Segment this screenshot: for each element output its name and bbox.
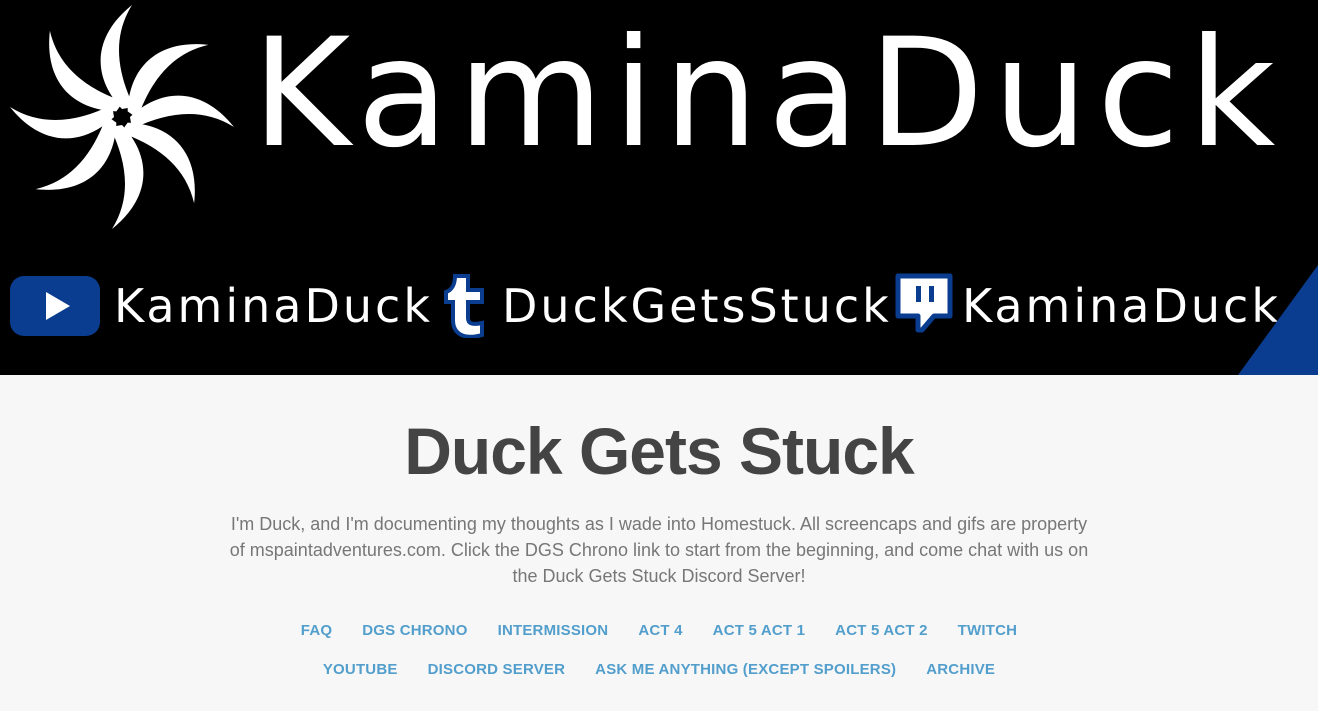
blog-navigation: FAQ DGS CHRONO INTERMISSION ACT 4 ACT 5 … [209, 611, 1109, 689]
nav-link-youtube[interactable]: YOUTUBE [323, 661, 398, 678]
twitch-label: KaminaDuck [962, 279, 1281, 333]
nav-link-dgs-chrono[interactable]: DGS CHRONO [362, 622, 467, 639]
nav-link-act-5-act-1[interactable]: ACT 5 ACT 1 [713, 622, 806, 639]
nav-link-archive[interactable]: ARCHIVE [926, 661, 995, 678]
twitch-icon [895, 273, 953, 333]
blog-description: I'm Duck, and I'm documenting my thought… [229, 514, 1089, 586]
blog-title[interactable]: Duck Gets Stuck [0, 411, 1318, 491]
nav-link-faq[interactable]: FAQ [301, 622, 332, 639]
nav-row-2: YOUTUBE DISCORD SERVER ASK ME ANYTHING (… [209, 650, 1109, 689]
corner-accent [1238, 265, 1318, 375]
youtube-label: KaminaDuck [114, 279, 433, 333]
banner-title: KaminaDuck [252, 7, 1285, 181]
social-row: KaminaDuck DuckGetsStuck KaminaDuck [8, 270, 1298, 340]
spiral-logo-icon [10, 5, 234, 229]
nav-link-twitch[interactable]: TWITCH [958, 622, 1018, 639]
nav-link-discord-server[interactable]: DISCORD SERVER [428, 661, 566, 678]
nav-row-1: FAQ DGS CHRONO INTERMISSION ACT 4 ACT 5 … [209, 611, 1109, 650]
youtube-icon [10, 276, 100, 336]
tumblr-icon [444, 274, 484, 338]
nav-link-act-5-act-2[interactable]: ACT 5 ACT 2 [835, 622, 928, 639]
tumblr-label: DuckGetsStuck [502, 279, 892, 333]
header-banner: KaminaDuck KaminaDuck DuckGetsStuck Kami… [0, 0, 1318, 375]
nav-link-intermission[interactable]: INTERMISSION [498, 622, 609, 639]
nav-link-ask-me-anything[interactable]: ASK ME ANYTHING (EXCEPT SPOILERS) [595, 661, 896, 678]
nav-link-act-4[interactable]: ACT 4 [638, 622, 682, 639]
blog-header: Duck Gets Stuck I'm Duck, and I'm docume… [0, 411, 1318, 689]
